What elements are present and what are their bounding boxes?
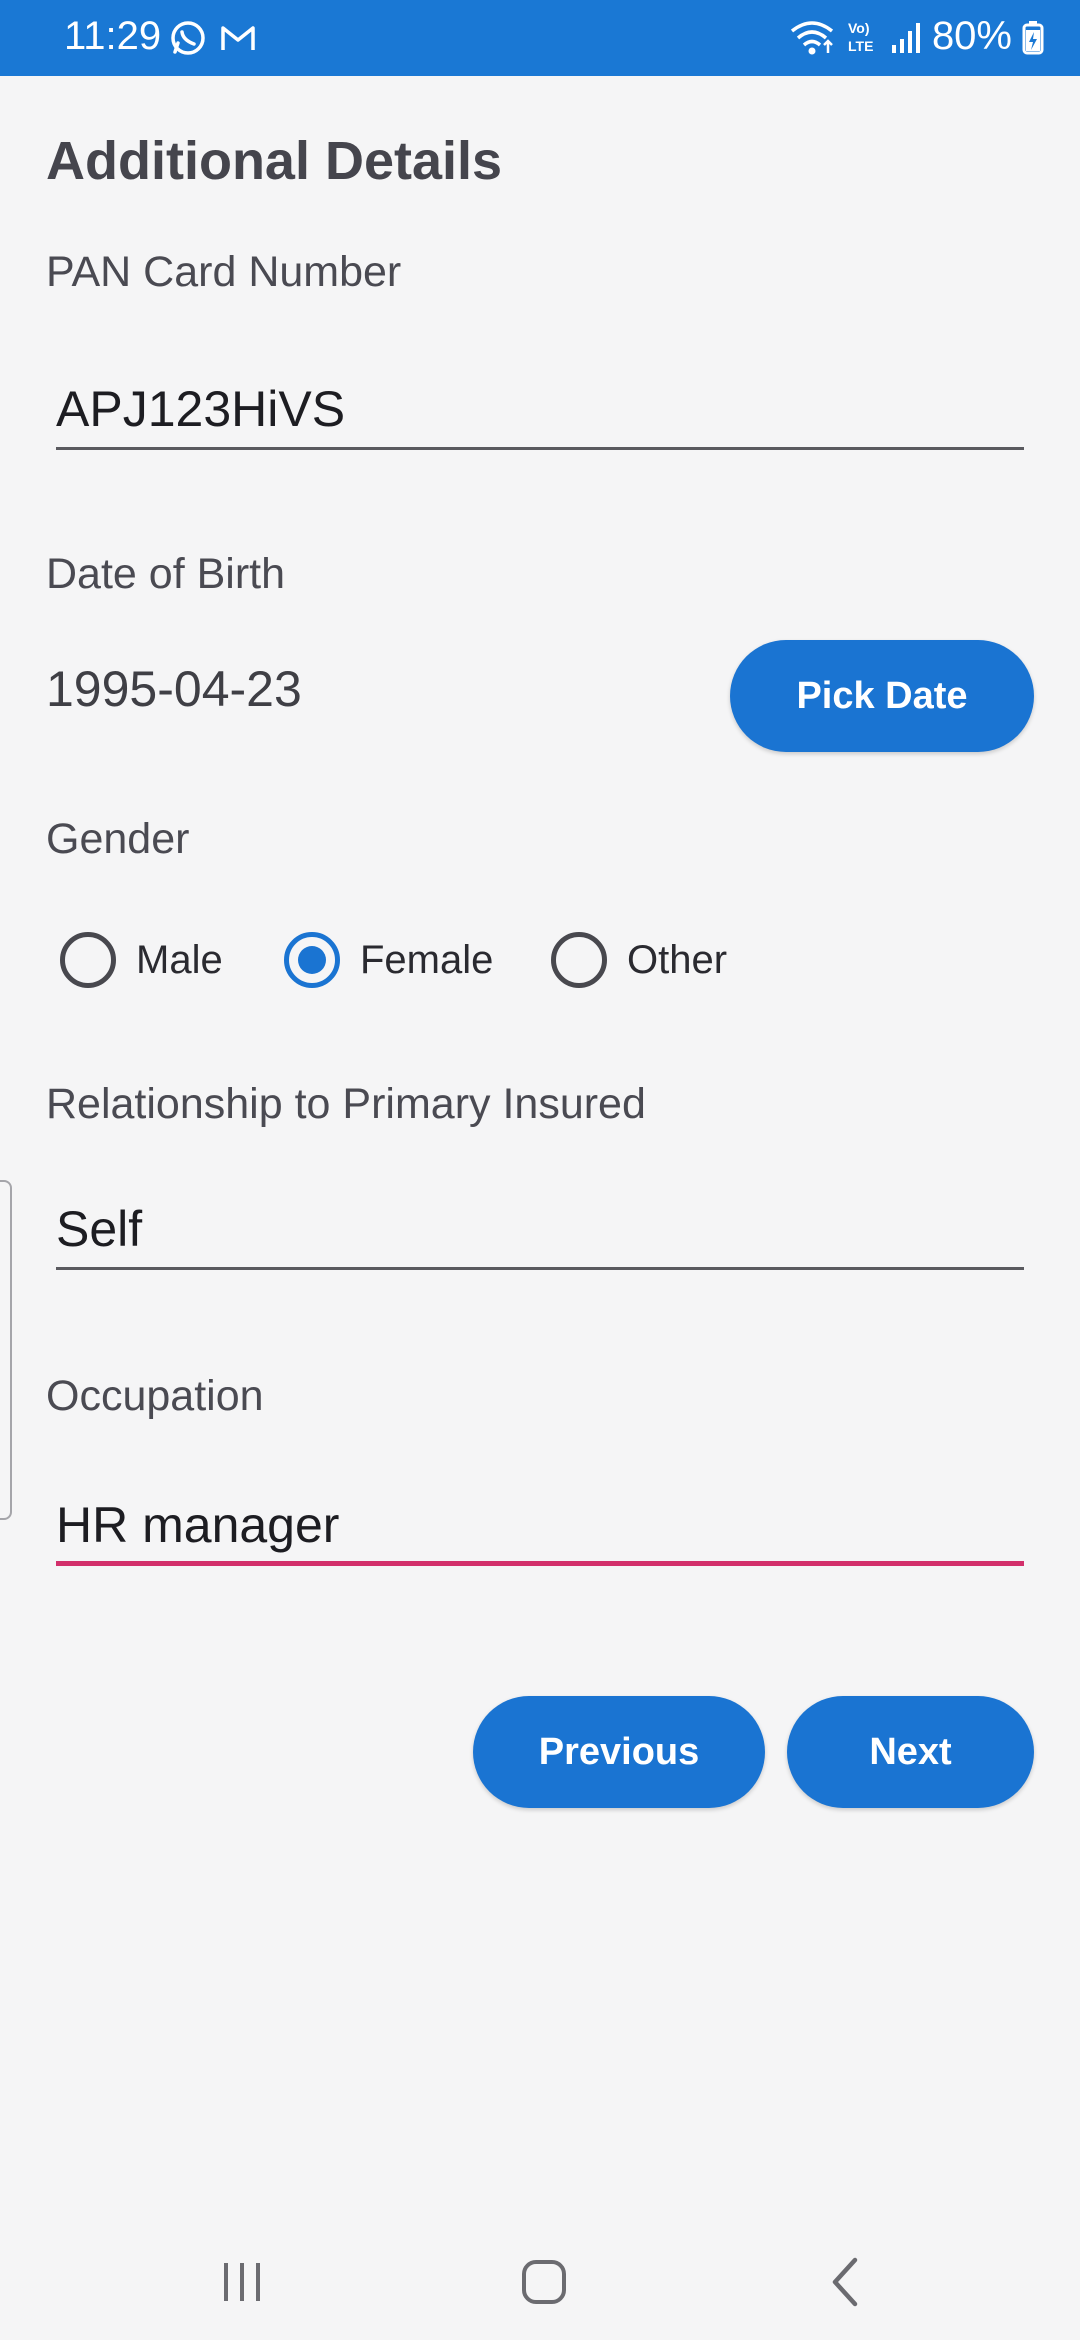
dob-label: Date of Birth	[46, 550, 285, 598]
pick-date-button[interactable]: Pick Date	[730, 640, 1034, 752]
radio-button-female[interactable]	[284, 932, 340, 988]
whatsapp-icon	[168, 18, 208, 58]
svg-text:Vo): Vo)	[848, 20, 870, 36]
occupation-input[interactable]: HR manager	[56, 1496, 1024, 1566]
system-nav-bar	[0, 2220, 1080, 2340]
radio-label-female: Female	[360, 937, 494, 982]
status-bar: 11:29 Vo) LTE 80%	[0, 0, 1080, 76]
pan-label: PAN Card Number	[46, 248, 402, 296]
occupation-label: Occupation	[46, 1372, 264, 1420]
status-time: 11:29	[64, 14, 162, 58]
radio-button-other[interactable]	[551, 932, 607, 988]
relationship-input[interactable]: Self	[56, 1200, 1024, 1270]
radio-label-other: Other	[627, 937, 728, 982]
radio-label-male: Male	[136, 937, 223, 982]
volte-icon: Vo) LTE	[846, 17, 880, 57]
recent-apps-icon[interactable]	[202, 2250, 282, 2314]
home-icon[interactable]	[504, 2250, 584, 2314]
relationship-label: Relationship to Primary Insured	[46, 1080, 646, 1128]
gender-option-female[interactable]: Female	[284, 930, 493, 990]
wifi-icon	[788, 17, 836, 57]
radio-button-male[interactable]	[60, 932, 116, 988]
gmail-icon	[218, 18, 258, 58]
pan-input[interactable]: APJ123HiVS	[56, 380, 1024, 450]
next-button[interactable]: Next	[787, 1696, 1034, 1808]
back-icon[interactable]	[806, 2250, 886, 2314]
screen: 11:29 Vo) LTE 80% Additional Details PAN…	[0, 0, 1080, 2340]
edge-panel-handle[interactable]	[0, 1180, 12, 1520]
page-title: Additional Details	[46, 131, 503, 191]
gender-label: Gender	[46, 815, 190, 863]
gender-option-other[interactable]: Other	[551, 930, 727, 990]
battery-percentage: 80%	[931, 14, 1012, 58]
previous-button[interactable]: Previous	[473, 1696, 765, 1808]
battery-charging-icon	[1022, 17, 1044, 57]
dob-value: 1995-04-23	[46, 661, 302, 717]
signal-icon	[890, 17, 922, 57]
gender-option-male[interactable]: Male	[60, 930, 223, 990]
svg-text:LTE: LTE	[848, 38, 873, 54]
